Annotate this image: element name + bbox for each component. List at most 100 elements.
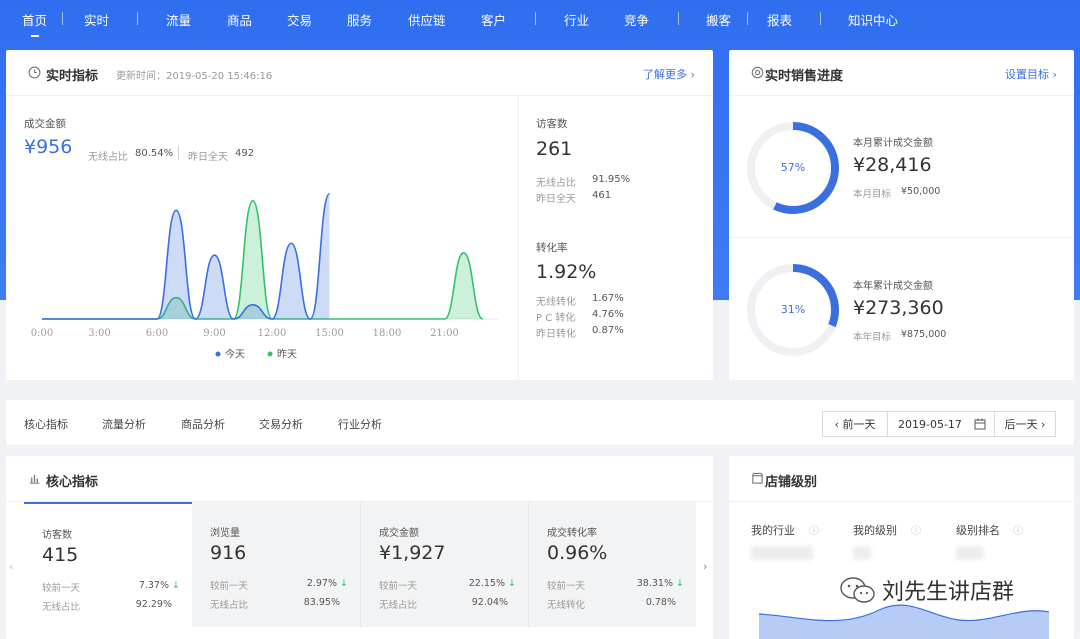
set-target-link[interactable]: 设置目标 › <box>1005 66 1057 82</box>
metric-cmp-value: 22.15% <box>468 578 505 589</box>
conversion-row-value: 0.87% <box>592 325 624 336</box>
tab-goods[interactable]: 商品分析 <box>181 416 225 432</box>
x-tick-label: 3:00 <box>88 328 110 339</box>
metric-cmp: 22.15% ↓ <box>469 578 516 589</box>
metric-label: 浏览量 <box>210 528 240 539</box>
legend-marker[interactable] <box>267 351 273 357</box>
arrow-down-icon: ↓ <box>676 578 684 589</box>
month-value: ¥28,416 <box>853 154 932 176</box>
conversion-row-label: 昨日转化 <box>536 329 576 340</box>
conversion-row-value: 4.76% <box>592 309 624 320</box>
metric-cmp: 38.31% ↓ <box>637 578 684 589</box>
metric-cmp: 7.37% ↓ <box>139 580 180 591</box>
nav-item-service[interactable]: 服务 <box>347 10 372 29</box>
year-label: 本年累计成交金额 <box>853 281 933 292</box>
x-tick-label: 0:00 <box>31 328 53 339</box>
realtime-area-chart: 0:00 3:00 6:00 9:00 12:00 15:00 18:00 21:00 今天 昨天 <box>31 192 498 361</box>
nav-item-goods[interactable]: 商品 <box>227 10 252 29</box>
month-target-value: ¥50,000 <box>901 186 941 197</box>
nav-item-home[interactable]: 首页 <box>22 10 47 37</box>
help-icon[interactable]: ⓘ <box>809 522 819 537</box>
metric-cmp-value: 7.37% <box>138 580 169 591</box>
month-label: 本月累计成交金额 <box>853 138 933 149</box>
nav-item-customer[interactable]: 客户 <box>481 10 506 29</box>
metric-sub-label: 无线占比 <box>379 600 418 611</box>
help-icon[interactable]: ⓘ <box>911 522 921 537</box>
metric-value: 0.96% <box>547 542 608 564</box>
visitors-label: 访客数 <box>536 118 568 130</box>
legend-marker[interactable] <box>215 351 221 357</box>
metric-cmp-value: 38.31% <box>636 578 673 589</box>
conversion-row-label: 无线转化 <box>536 297 576 308</box>
year-target-value: ¥875,000 <box>901 329 947 340</box>
wechat-icon <box>840 577 875 603</box>
metric-pageviews[interactable]: 浏览量 916 较前一天 2.97% ↓ 无线占比 83.95% <box>192 502 360 627</box>
nav-item-knowledge[interactable]: 知识中心 <box>848 10 898 29</box>
nav-item-industry[interactable]: 行业 <box>564 10 589 29</box>
nav-item-bank[interactable]: 搬客 <box>706 10 731 29</box>
watermark: 刘先生讲店群 <box>838 574 1014 606</box>
metric-sub-label: 无线占比 <box>42 602 81 613</box>
metric-conversion[interactable]: 成交转化率 0.96% 较前一天 38.31% ↓ 无线转化 0.78% <box>528 502 696 627</box>
visitors-row-value: 461 <box>592 190 612 201</box>
tab-trade[interactable]: 交易分析 <box>259 416 303 432</box>
deal-label: 成交金额 <box>24 118 66 130</box>
legend-label[interactable]: 今天 <box>225 348 245 361</box>
metric-cmp-value: 2.97% <box>306 578 337 589</box>
metric-sub-value: 83.95% <box>303 597 340 608</box>
clock-icon <box>28 66 41 79</box>
arrow-down-icon: ↓ <box>508 578 516 589</box>
top-nav: 首页 实时 流量 商品 交易 服务 供应链 客户 行业 竞争 搬客 报表 知识中… <box>0 0 1080 38</box>
metric-label: 成交转化率 <box>547 528 597 539</box>
tab-traffic[interactable]: 流量分析 <box>102 416 146 432</box>
tab-industry[interactable]: 行业分析 <box>338 416 382 432</box>
tab-core[interactable]: 核心指标 <box>24 416 68 432</box>
date-picker[interactable]: 2019-05-17 <box>887 411 995 437</box>
learn-more-link[interactable]: 了解更多 › <box>643 66 695 82</box>
prev-day-button[interactable]: ‹ 前一天 <box>822 411 888 437</box>
nav-item-competition[interactable]: 竞争 <box>624 10 649 29</box>
year-percent: 31% <box>780 303 806 316</box>
metric-deal-amount[interactable]: 成交金额 ¥1,927 较前一天 22.15% ↓ 无线占比 92.04% <box>360 502 528 627</box>
bar-chart-icon <box>29 474 40 484</box>
year-value: ¥273,360 <box>853 297 944 319</box>
metric-cmp-label: 较前一天 <box>210 581 249 592</box>
nav-item-report[interactable]: 报表 <box>767 10 792 29</box>
conversion-row-value: 1.67% <box>592 293 624 304</box>
x-tick-label: 9:00 <box>203 328 225 339</box>
help-icon[interactable]: ⓘ <box>1013 522 1023 537</box>
nav-item-supply[interactable]: 供应链 <box>408 10 446 29</box>
metric-cmp-label: 较前一天 <box>547 581 586 592</box>
calendar-icon <box>974 418 986 430</box>
metric-label: 成交金额 <box>379 528 419 539</box>
nav-item-realtime[interactable]: 实时 <box>84 10 109 29</box>
nav-item-trade[interactable]: 交易 <box>287 10 312 29</box>
store-level-card: 店铺级别 我的行业 ⓘ 我的级别 ⓘ 级别排名 ⓘ <box>729 456 1074 639</box>
realtime-title: 实时指标 <box>46 69 99 84</box>
conversion-label: 转化率 <box>536 242 568 254</box>
store-title: 店铺级别 <box>765 475 818 490</box>
scroll-left-icon[interactable]: ‹ <box>9 560 13 573</box>
x-tick-label: 6:00 <box>146 328 168 339</box>
core-title: 核心指标 <box>46 475 99 490</box>
arrow-down-icon: ↓ <box>340 578 348 589</box>
month-target-label: 本月目标 <box>853 189 892 200</box>
date-value: 2019-05-17 <box>898 417 962 431</box>
month-percent: 57% <box>780 161 806 174</box>
sales-progress-card: 实时销售进度 设置目标 › 57% 本月累计成交金额 ¥28,416 本月目标 … <box>729 50 1074 380</box>
x-tick-label: 18:00 <box>373 328 402 339</box>
metric-value: ¥1,927 <box>379 542 446 564</box>
year-target-label: 本年目标 <box>853 332 892 343</box>
nav-item-traffic[interactable]: 流量 <box>166 10 191 29</box>
deal-yesterday-value: 492 <box>235 148 255 159</box>
conversion-row-label: P C 转化 <box>536 313 576 324</box>
core-metrics-card: 核心指标 ‹ › 访客数 415 较前一天 7.37% ↓ 无线占比 92.29… <box>6 456 713 639</box>
next-day-button[interactable]: 后一天 › <box>994 411 1056 437</box>
store-col-level: 我的级别 <box>853 524 897 537</box>
scroll-right-icon[interactable]: › <box>703 560 707 573</box>
legend-label[interactable]: 昨天 <box>277 349 297 361</box>
metric-visitors[interactable]: 访客数 415 较前一天 7.37% ↓ 无线占比 92.29% <box>24 502 192 627</box>
arrow-down-icon: ↓ <box>172 580 180 591</box>
deal-yesterday-label: 昨日全天 <box>188 152 228 163</box>
store-col-rank: 级别排名 <box>956 524 1000 537</box>
